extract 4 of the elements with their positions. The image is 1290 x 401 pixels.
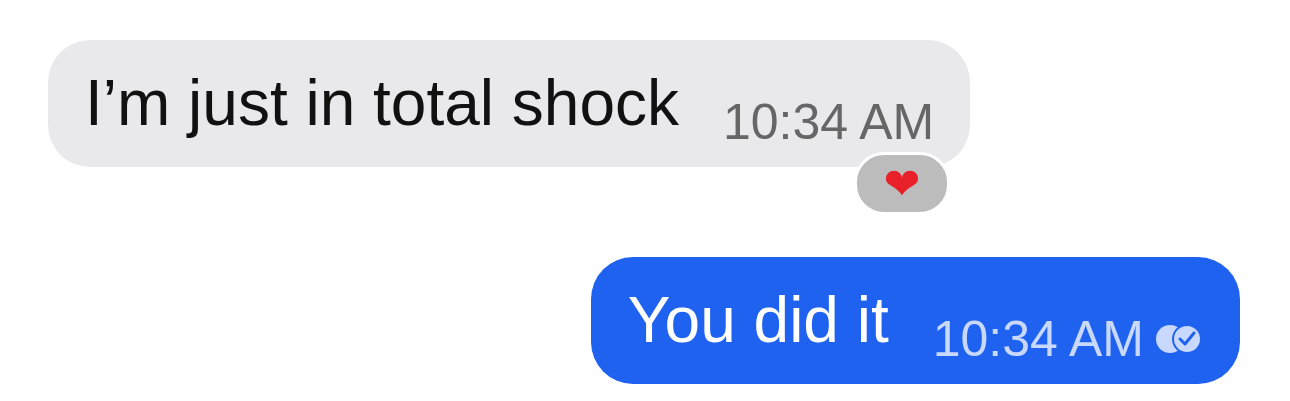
message-time: 10:34 AM <box>723 97 935 147</box>
message-text: I’m just in total shock <box>85 71 679 141</box>
message-text: You did it <box>627 288 889 358</box>
message-time: 10:34 AM <box>932 314 1144 364</box>
